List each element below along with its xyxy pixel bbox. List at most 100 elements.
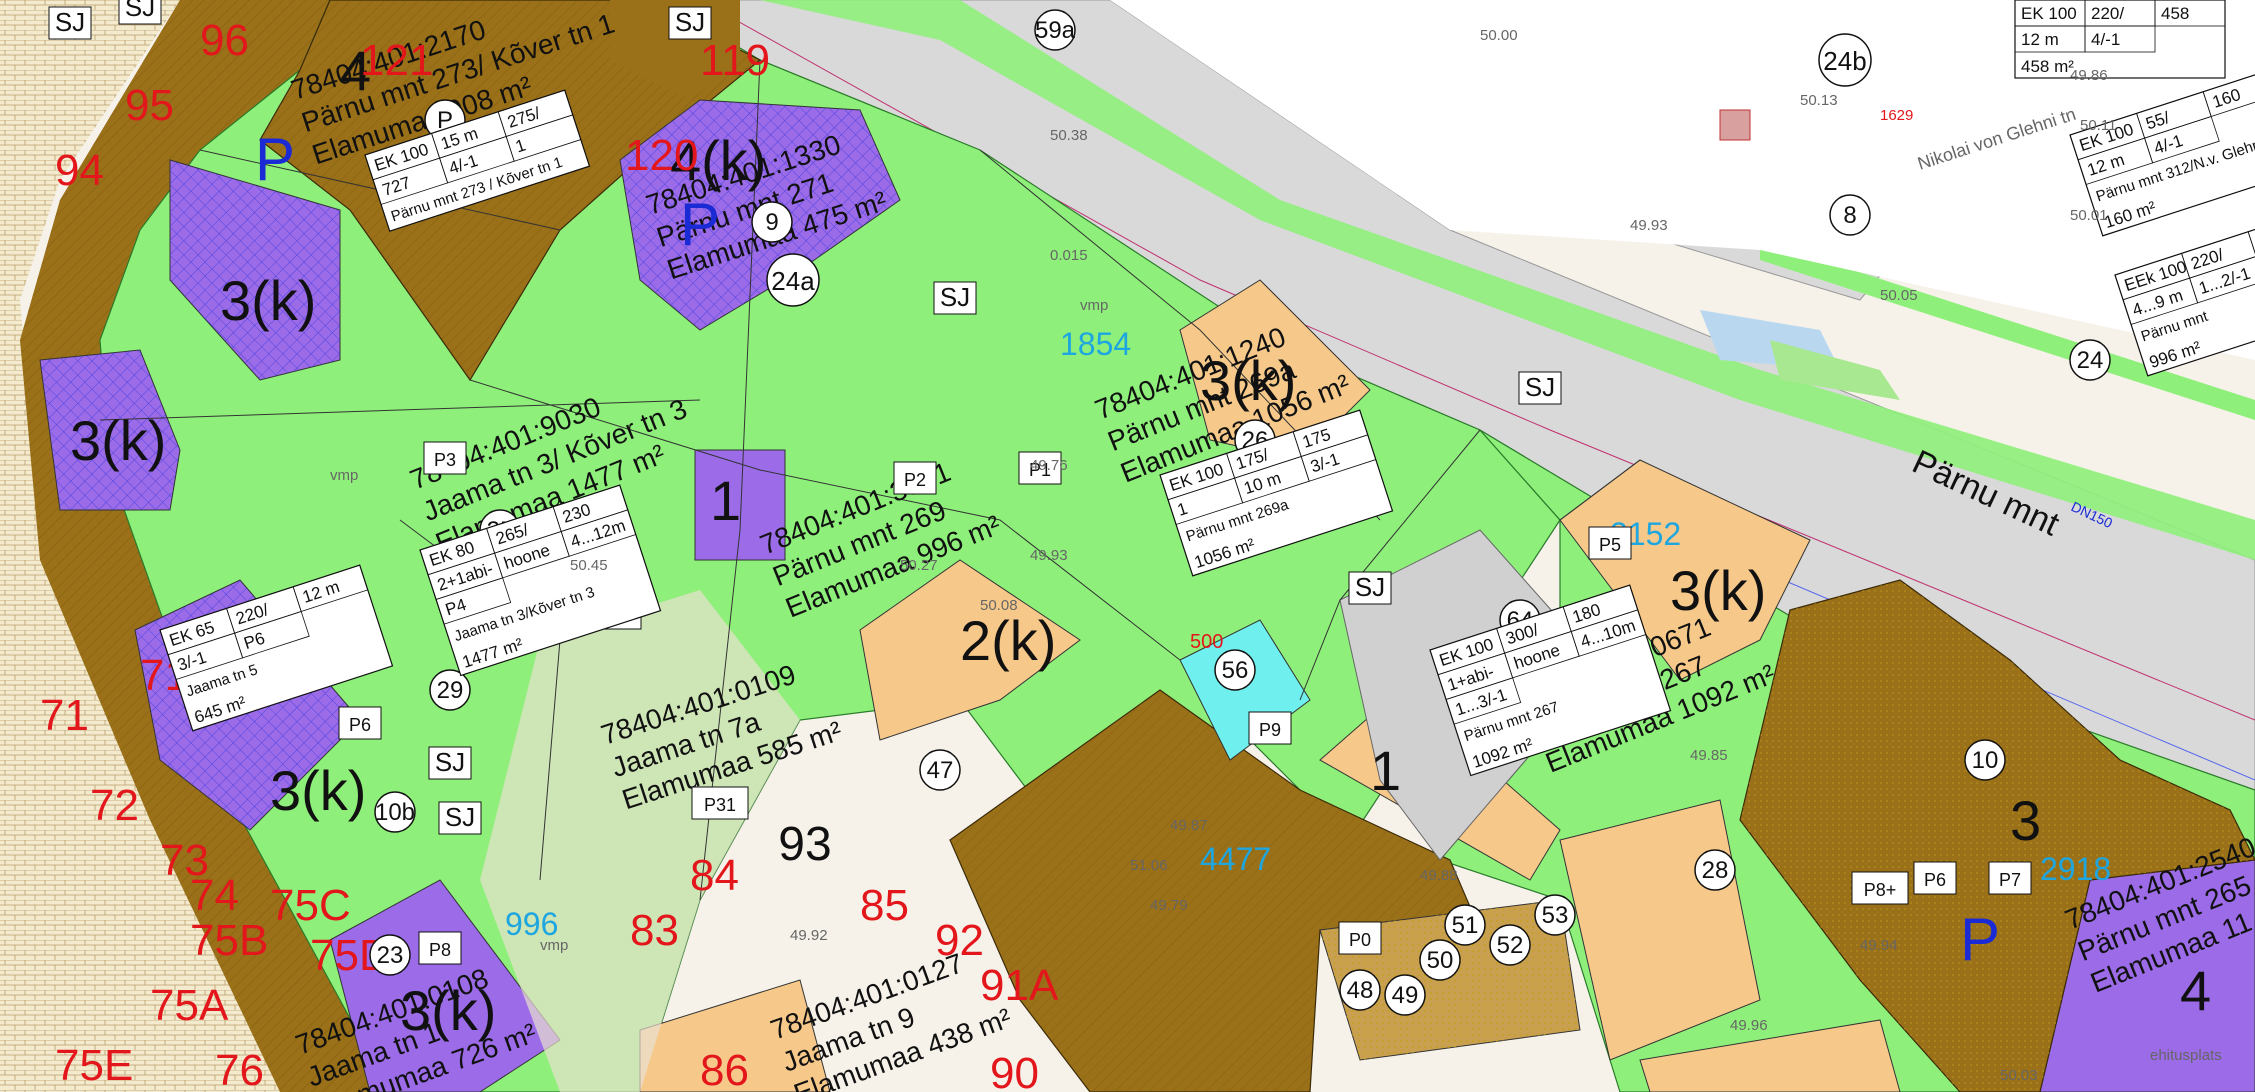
- bldg-label: 3(k): [1670, 559, 1766, 622]
- circle-marker: 51: [1444, 904, 1486, 946]
- circle-number: 47: [927, 757, 954, 784]
- tag-box: P8+: [1851, 871, 1909, 905]
- circle-marker: 24: [2069, 339, 2111, 381]
- circle-number: 24: [2077, 347, 2104, 374]
- circle-marker: 24b: [1818, 33, 1872, 87]
- red-number: 91A: [980, 961, 1059, 1010]
- red-number: 75A: [150, 981, 229, 1030]
- circle-number: 51: [1452, 912, 1479, 939]
- circle-marker: 10: [1964, 739, 2006, 781]
- tag-box: P2: [893, 461, 937, 495]
- tag-text: SJ: [435, 747, 465, 777]
- regulation-cell: 458: [2161, 4, 2189, 23]
- circle-number: 48: [1347, 977, 1374, 1004]
- circle-marker: 59a: [1034, 9, 1076, 51]
- elevation-text: 0.015: [1050, 247, 1088, 264]
- tag-text: SJ: [1525, 372, 1555, 402]
- red-number: 74: [190, 871, 239, 920]
- red-number: 96: [200, 16, 249, 65]
- circle-marker: 53: [1534, 894, 1576, 936]
- tag-text: P5: [1599, 535, 1621, 555]
- elevation-text: 49.86: [2070, 67, 2108, 84]
- tag-box: P6: [338, 706, 382, 740]
- elevation-text: 1629: [1880, 107, 1913, 124]
- circle-marker: 23: [369, 934, 411, 976]
- circle-number: 10: [1972, 747, 1999, 774]
- parking-letter: P: [255, 126, 295, 193]
- tag-box: SJ: [1518, 371, 1562, 405]
- circle-number: 50: [1427, 947, 1454, 974]
- tag-text: SJ: [675, 7, 705, 37]
- circle-marker: 24a: [766, 253, 820, 307]
- circle-marker: 48: [1339, 969, 1381, 1011]
- tag-text: P3: [434, 450, 456, 470]
- tag-box: P5: [1588, 526, 1632, 560]
- area-number: 4477: [1200, 841, 1271, 877]
- bldg-label: 3(k): [400, 979, 496, 1042]
- regulation-box: EK 100 220/458 12 m 4/-1 458 m²: [2014, 0, 2226, 79]
- bldg-label: 4: [2180, 959, 2211, 1022]
- elevation-text: 50.13: [1800, 92, 1838, 109]
- bldg-label: 3(k): [70, 409, 166, 472]
- circle-number: 24a: [771, 266, 815, 296]
- circle-number: 9: [765, 209, 778, 236]
- elevation-text: 50.05: [1880, 287, 1918, 304]
- tag-box: SJ: [668, 6, 712, 40]
- elevation-text: 49.93: [1030, 547, 1068, 564]
- tag-text: P9: [1259, 720, 1281, 740]
- elevation-text: ehitusplats: [2150, 1047, 2222, 1064]
- elevation-text: vmp: [1080, 297, 1108, 314]
- tag-text: P0: [1349, 930, 1371, 950]
- tag-box: P3: [423, 441, 467, 475]
- circle-marker: 47: [919, 749, 961, 791]
- elevation-text: 49.76: [1030, 457, 1068, 474]
- red-number: 71: [40, 691, 89, 740]
- circle-number: 52: [1497, 932, 1524, 959]
- circle-number: 24b: [1823, 46, 1866, 76]
- circle-number: 49: [1392, 982, 1419, 1009]
- zoning-plan-map: 78404:401:2170Pärnu mnt 273/ Kõver tn 1E…: [0, 0, 2255, 1092]
- tag-box: SJ: [1348, 571, 1392, 605]
- tag-box: SJ: [48, 6, 92, 40]
- tag-box: SJ: [118, 0, 162, 25]
- elevation-text: 49.85: [1690, 747, 1728, 764]
- red-number: 75E: [55, 1041, 133, 1090]
- tag-box: P0: [1338, 921, 1382, 955]
- elevation-text: 49.93: [1630, 217, 1668, 234]
- elevation-text: 50.45: [570, 557, 608, 574]
- red-number: 85: [860, 881, 909, 930]
- bldg-label: 3(k): [1200, 349, 1296, 412]
- circle-marker: 56: [1214, 649, 1256, 691]
- tag-text: SJ: [445, 802, 475, 832]
- elevation-text: vmp: [540, 937, 568, 954]
- elevation-text: 49.79: [1150, 897, 1188, 914]
- regulation-area: 458 m²: [2021, 57, 2074, 76]
- area-number: 500: [1190, 631, 1223, 653]
- red-number: 119: [700, 36, 770, 85]
- tag-text: P2: [904, 470, 926, 490]
- regulation-cell: EK 100: [2021, 4, 2077, 23]
- tag-text: P8+: [1864, 880, 1897, 900]
- tag-box: P8: [418, 931, 462, 965]
- area-number: 1854: [1060, 326, 1131, 362]
- red-number: 95: [125, 81, 174, 130]
- bldg-label: 3(k): [220, 269, 316, 332]
- red-number: 84: [690, 851, 739, 900]
- elevation-text: 49.87: [1170, 817, 1208, 834]
- red-number: 83: [630, 906, 679, 955]
- tag-text: P6: [1924, 870, 1946, 890]
- tag-box: SJ: [933, 281, 977, 315]
- circle-number: 28: [1702, 857, 1729, 884]
- circle-number: 8: [1843, 202, 1856, 229]
- bldg-label: 3(k): [270, 759, 366, 822]
- circle-marker: 8: [1829, 194, 1871, 236]
- elevation-text: vmp: [330, 467, 358, 484]
- red-number: 75B: [190, 916, 268, 965]
- parking-letter: P: [1960, 906, 2000, 973]
- tag-text: P31: [704, 795, 736, 815]
- tag-box: SJ: [428, 746, 472, 780]
- red-number: 92: [935, 916, 984, 965]
- tag-text: SJ: [940, 282, 970, 312]
- red-number: 94: [55, 146, 104, 195]
- tag-box: P31: [691, 786, 749, 820]
